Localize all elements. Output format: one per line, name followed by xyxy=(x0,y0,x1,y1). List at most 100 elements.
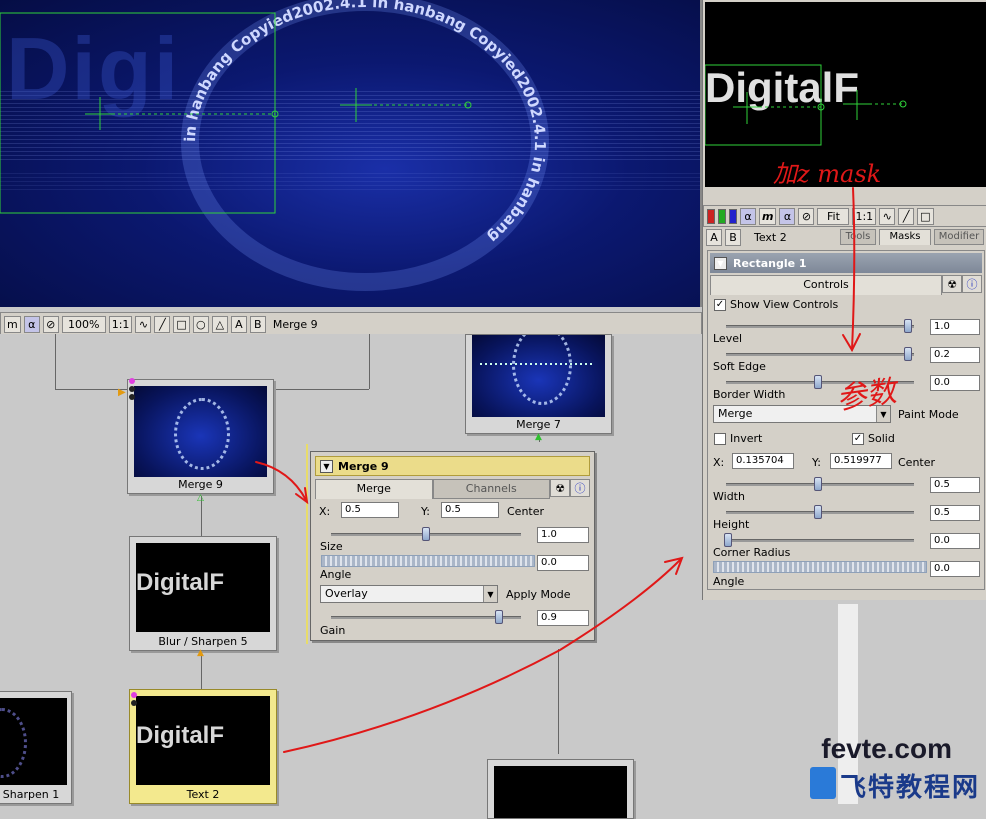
corner-radius-slider[interactable] xyxy=(726,539,914,542)
triangle-icon[interactable]: △ xyxy=(211,315,228,333)
gain-slider[interactable] xyxy=(331,616,521,619)
angle-slider[interactable] xyxy=(321,555,535,567)
fit-button[interactable]: Fit xyxy=(817,207,850,225)
checkbox-icon[interactable] xyxy=(714,432,726,445)
border-width-field[interactable]: 0.0 xyxy=(930,375,980,391)
angle-field[interactable]: 0.0 xyxy=(537,555,589,571)
panel-header[interactable]: ▼ Rectangle 1 xyxy=(710,253,982,273)
center-x-field[interactable]: 0.5 xyxy=(341,502,399,518)
main-viewer[interactable]: Digi in hanbang Copyied2002.4.1 in hanba… xyxy=(0,0,702,307)
node-blur-sharpen-5[interactable]: DigitalF Blur / Sharpen 5 xyxy=(129,536,277,651)
red-channel-icon[interactable] xyxy=(707,208,715,224)
node-bottom[interactable] xyxy=(487,759,634,819)
tab-controls[interactable]: Controls xyxy=(710,275,942,295)
zoom-button[interactable]: 100% xyxy=(61,315,106,333)
angle-slider[interactable] xyxy=(713,561,927,573)
x-label: X: xyxy=(713,456,725,469)
ratio-button[interactable]: 1:1 xyxy=(108,315,133,333)
buffer-b-button[interactable]: B xyxy=(725,228,741,246)
paint-mode-label: Paint Mode xyxy=(898,408,959,421)
bezier-icon[interactable]: ∿ xyxy=(135,315,152,333)
width-slider-knob[interactable] xyxy=(814,477,822,491)
tab-channels[interactable]: Channels xyxy=(432,479,550,499)
rectangle-1-panel: ▼ Rectangle 1 Controls ☢ ⓘ ✓ Show View C… xyxy=(707,250,985,590)
rect-icon[interactable]: □ xyxy=(917,207,934,225)
size-slider-knob[interactable] xyxy=(422,527,430,541)
node-sharpen-1[interactable]: Sharpen 1 xyxy=(0,691,72,804)
alpha-button[interactable]: α xyxy=(740,207,756,225)
preview-subbar: A B Text 2 Tools Masks Modifier xyxy=(703,227,986,247)
width-field[interactable]: 0.5 xyxy=(930,477,980,493)
node-text-2[interactable]: DigitalF Text 2 xyxy=(129,689,277,804)
info-icon[interactable]: ⓘ xyxy=(962,275,982,293)
x-label: X: xyxy=(319,505,331,518)
center-label: Center xyxy=(898,456,936,469)
checkbox-checked-icon[interactable]: ✓ xyxy=(852,432,864,445)
radiation-icon[interactable]: ☢ xyxy=(550,479,570,497)
buffer-a-button[interactable]: A xyxy=(706,228,722,246)
buffer-a-button[interactable]: A xyxy=(230,315,247,333)
gain-slider-knob[interactable] xyxy=(495,610,503,624)
lut-icon[interactable]: ⊘ xyxy=(42,315,59,333)
green-channel-icon[interactable] xyxy=(718,208,726,224)
alpha-button[interactable]: α xyxy=(23,315,40,333)
site-logo: fevte.com 飞特教程网 xyxy=(802,733,982,805)
height-slider-knob[interactable] xyxy=(814,505,822,519)
rect-icon[interactable]: □ xyxy=(173,315,190,333)
center-x-field[interactable]: 0.135704 xyxy=(732,453,794,469)
tab-modifier[interactable]: Modifier xyxy=(934,229,984,245)
center-y-field[interactable]: 0.519977 xyxy=(830,453,892,469)
pen-icon[interactable]: ╱ xyxy=(154,315,171,333)
soft-edge-slider-knob[interactable] xyxy=(904,347,912,361)
y-label: Y: xyxy=(812,456,821,469)
m-button[interactable]: m xyxy=(759,207,777,225)
angle-label: Angle xyxy=(713,575,745,588)
circle-text-graphic: in hanbang Copyied2002.4.1 in hanbang Co… xyxy=(0,0,549,291)
node-merge-9[interactable]: Merge 9 xyxy=(127,379,274,494)
node-label: Sharpen 1 xyxy=(2,788,60,801)
apply-mode-dropdown[interactable]: Overlay ▼ xyxy=(320,585,498,603)
tab-masks[interactable]: Masks xyxy=(879,229,931,245)
circle-text: in hanbang Copyied2002.4.1 in hanbang Co… xyxy=(181,0,549,247)
checkbox-checked-icon[interactable]: ✓ xyxy=(714,298,726,311)
chevron-down-icon[interactable]: ▼ xyxy=(483,586,497,602)
buffer-b-button[interactable]: B xyxy=(249,315,266,333)
ratio-button[interactable]: 1:1 xyxy=(852,207,877,225)
corner-radius-slider-knob[interactable] xyxy=(724,533,732,547)
solid-option[interactable]: ✓ Solid xyxy=(852,432,895,445)
collapse-icon[interactable]: ▼ xyxy=(320,459,333,473)
size-field[interactable]: 1.0 xyxy=(537,527,589,543)
level-slider[interactable] xyxy=(726,325,914,328)
view-mode-button[interactable]: m xyxy=(4,315,21,333)
soft-edge-field[interactable]: 0.2 xyxy=(930,347,980,363)
preview-viewer[interactable]: DigitalF 加z mask xyxy=(705,2,986,188)
right-panel: DigitalF 加z mask α m α ⊘ Fit 1:1 ∿ ╱ □ A… xyxy=(702,0,986,600)
center-y-field[interactable]: 0.5 xyxy=(441,502,499,518)
tab-merge[interactable]: Merge xyxy=(315,479,433,499)
blue-channel-icon[interactable] xyxy=(729,208,737,224)
node-label: Merge 9 xyxy=(178,478,223,491)
lut-icon[interactable]: ⊘ xyxy=(798,207,815,225)
level-slider-knob[interactable] xyxy=(904,319,912,333)
bezier-icon[interactable]: ∿ xyxy=(879,207,896,225)
width-label: Width xyxy=(713,490,745,503)
height-field[interactable]: 0.5 xyxy=(930,505,980,521)
tab-tools[interactable]: Tools xyxy=(840,229,876,245)
node-merge-7[interactable]: Merge 7 xyxy=(465,334,612,434)
radiation-icon[interactable]: ☢ xyxy=(942,275,962,293)
collapse-icon[interactable]: ▼ xyxy=(714,256,727,270)
angle-field[interactable]: 0.0 xyxy=(930,561,980,577)
circle-icon[interactable]: ○ xyxy=(192,315,209,333)
apply-mode-label: Apply Mode xyxy=(506,588,571,601)
border-width-slider-knob[interactable] xyxy=(814,375,822,389)
show-view-controls[interactable]: ✓ Show View Controls xyxy=(714,298,838,311)
invert-option[interactable]: Invert xyxy=(714,432,762,445)
pen-icon[interactable]: ╱ xyxy=(898,207,915,225)
soft-edge-slider[interactable] xyxy=(726,353,914,356)
info-icon[interactable]: ⓘ xyxy=(570,479,590,497)
alpha-view-button[interactable]: α xyxy=(779,207,796,225)
corner-radius-field[interactable]: 0.0 xyxy=(930,533,980,549)
panel-header[interactable]: ▼ Merge 9 xyxy=(315,456,590,476)
gain-field[interactable]: 0.9 xyxy=(537,610,589,626)
level-field[interactable]: 1.0 xyxy=(930,319,980,335)
